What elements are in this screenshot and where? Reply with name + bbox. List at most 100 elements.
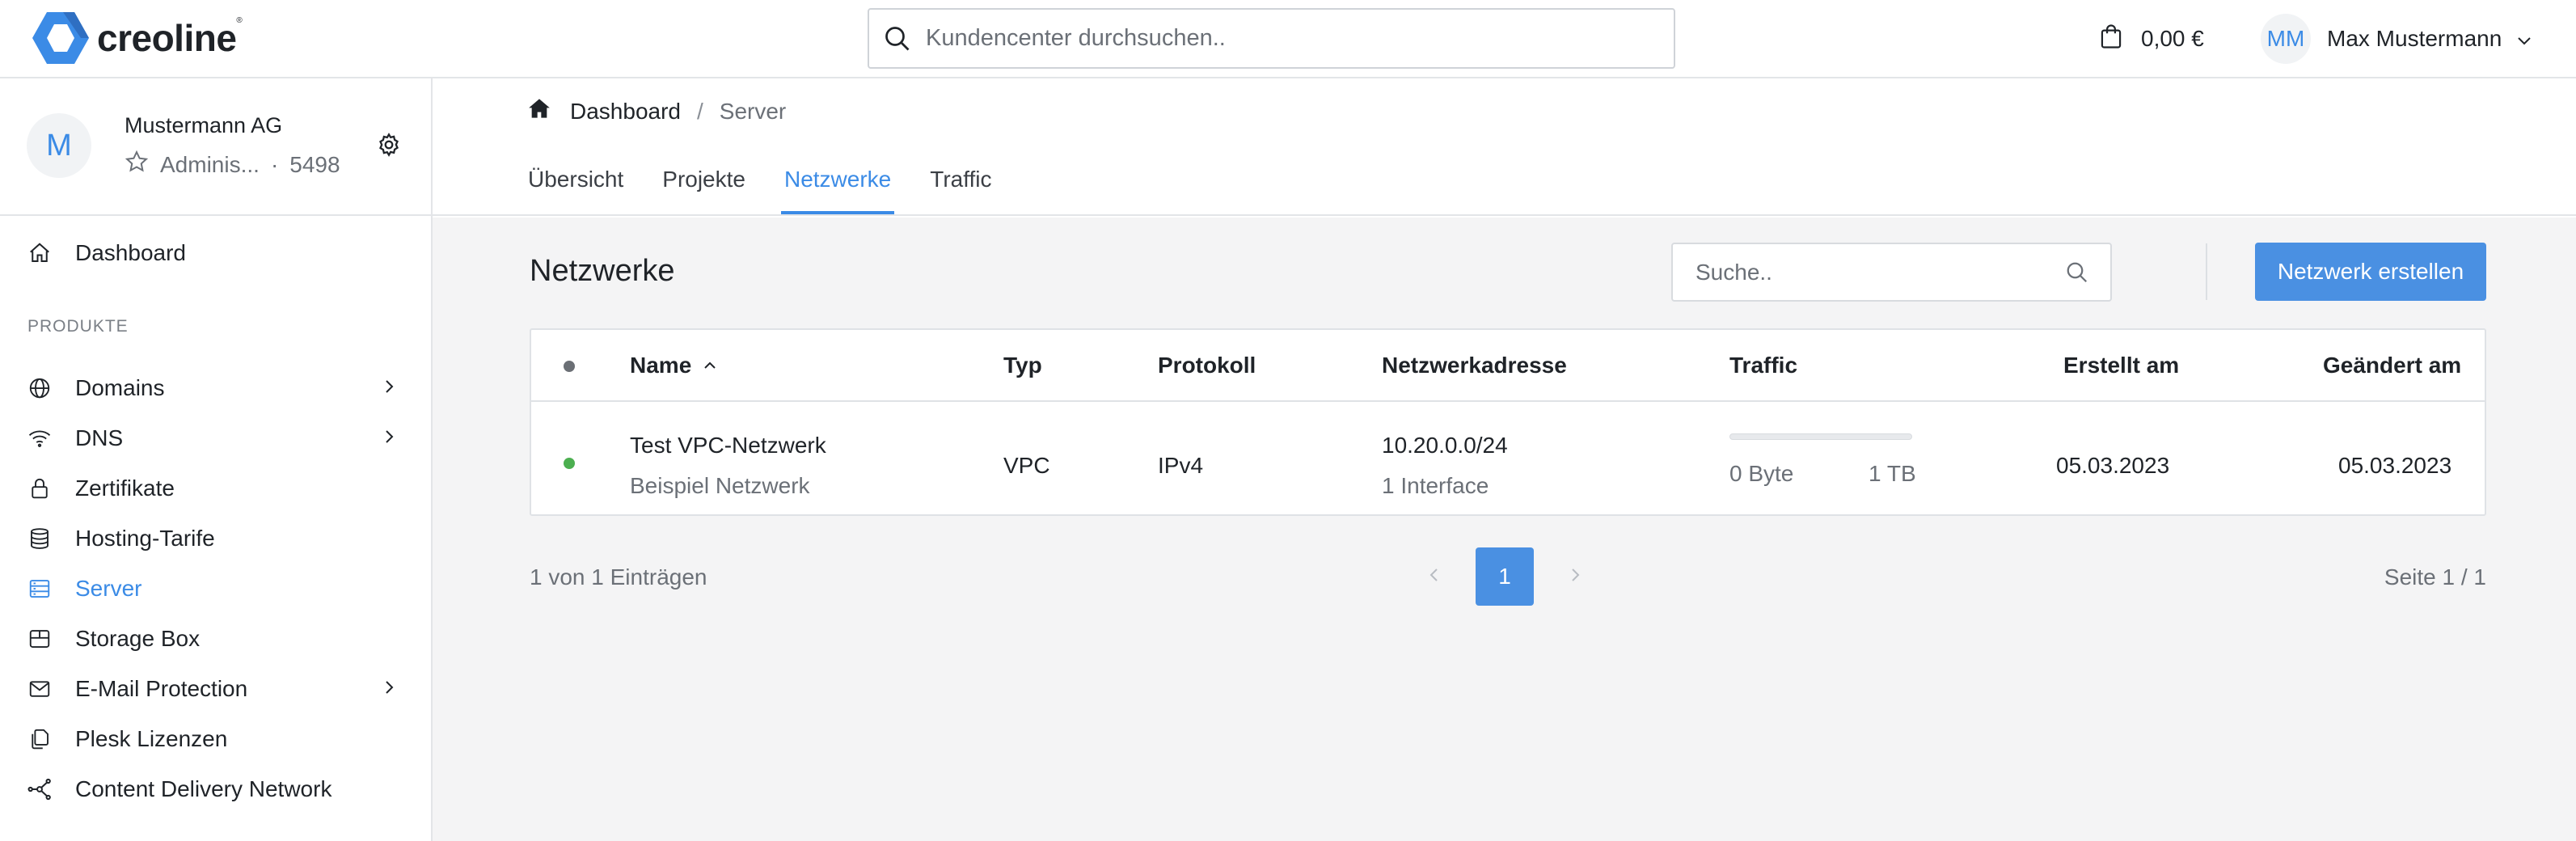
network-search-input[interactable] bbox=[1696, 259, 2051, 285]
tab-netzwerke[interactable]: Netzwerke bbox=[780, 163, 895, 214]
traffic-progress-bar bbox=[1729, 433, 1912, 440]
traffic-limit: 1 TB bbox=[1869, 461, 1916, 486]
sidebar-item-server[interactable]: Server bbox=[0, 566, 431, 611]
network-icon bbox=[26, 775, 53, 803]
global-search-input[interactable] bbox=[926, 25, 1653, 52]
globe-icon bbox=[26, 374, 53, 402]
meta-separator: · bbox=[270, 151, 279, 177]
network-changed-date: 05.03.2023 bbox=[2338, 453, 2452, 478]
column-header-name[interactable]: Name bbox=[630, 353, 717, 378]
toolbar-divider bbox=[2206, 243, 2207, 300]
tab-projekte[interactable]: Projekte bbox=[662, 163, 745, 214]
column-header-created[interactable]: Erstellt am bbox=[2063, 353, 2179, 378]
search-icon bbox=[869, 24, 926, 53]
star-icon[interactable] bbox=[125, 150, 149, 180]
sidebar: M Mustermann AG Adminis... · 5498 Dashbo… bbox=[0, 78, 433, 841]
breadcrumb-separator: / bbox=[696, 98, 703, 124]
sidebar-item-label: Zertifikate bbox=[75, 475, 175, 501]
sidebar-section-label: PRODUKTE bbox=[27, 317, 129, 336]
sidebar-item-dns[interactable]: DNS bbox=[0, 416, 431, 461]
sidebar-item-zertifikate[interactable]: Zertifikate bbox=[0, 466, 431, 511]
home-icon bbox=[26, 239, 53, 267]
account-role: Adminis... bbox=[160, 151, 260, 177]
network-name[interactable]: Test VPC-Netzwerk bbox=[630, 433, 826, 459]
sidebar-item-label: Content Delivery Network bbox=[75, 776, 332, 801]
search-icon bbox=[2065, 260, 2089, 289]
column-header-protocol[interactable]: Protokoll bbox=[1158, 353, 1256, 378]
network-interfaces: 1 Interface bbox=[1382, 473, 1489, 498]
create-network-button[interactable]: Netzwerk erstellen bbox=[2255, 243, 2486, 301]
column-header-address[interactable]: Netzwerkadresse bbox=[1382, 353, 1567, 378]
logo-mark-icon bbox=[32, 12, 89, 64]
chevron-right-icon bbox=[383, 425, 395, 451]
lock-icon bbox=[26, 475, 53, 502]
sidebar-item-label: E-Mail Protection bbox=[75, 676, 248, 701]
pagination: 1 bbox=[1429, 547, 1581, 606]
sidebar-item-label: Hosting-Tarife bbox=[75, 526, 215, 551]
box-icon bbox=[26, 625, 53, 653]
chevron-left-icon[interactable] bbox=[1429, 566, 1440, 588]
sidebar-item-label: Dashboard bbox=[75, 240, 186, 265]
traffic-used: 0 Byte bbox=[1729, 461, 1794, 486]
customer-id: 5498 bbox=[289, 151, 340, 177]
chevron-right-icon[interactable] bbox=[1569, 566, 1581, 588]
network-type: VPC bbox=[1003, 453, 1050, 478]
sidebar-item-email-protection[interactable]: E-Mail Protection bbox=[0, 666, 431, 712]
cart-button[interactable]: 0,00 € bbox=[2099, 18, 2204, 60]
sidebar-item-storage-box[interactable]: Storage Box bbox=[0, 616, 431, 661]
brand-logo[interactable]: creoline® bbox=[31, 10, 243, 66]
gear-icon[interactable] bbox=[376, 132, 402, 162]
tab-uebersicht[interactable]: Übersicht bbox=[528, 163, 623, 214]
sidebar-item-label: DNS bbox=[75, 425, 124, 450]
chevron-right-icon bbox=[383, 676, 395, 702]
chevron-down-icon bbox=[2516, 26, 2532, 52]
breadcrumb: Dashboard / Server bbox=[528, 98, 786, 125]
account-avatar: M bbox=[27, 113, 91, 178]
database-icon bbox=[26, 525, 53, 552]
sidebar-item-plesk-lizenzen[interactable]: Plesk Lizenzen bbox=[0, 716, 431, 762]
sidebar-item-dashboard[interactable]: Dashboard bbox=[0, 230, 431, 276]
status-column-dot bbox=[564, 361, 575, 372]
entries-count: 1 von 1 Einträgen bbox=[530, 564, 707, 590]
tab-traffic[interactable]: Traffic bbox=[930, 163, 991, 214]
network-protocol: IPv4 bbox=[1158, 453, 1204, 478]
sort-ascending-icon bbox=[704, 361, 716, 369]
chevron-right-icon bbox=[383, 375, 395, 401]
user-menu[interactable]: MM Max Mustermann bbox=[2261, 12, 2532, 66]
mail-icon bbox=[26, 675, 53, 703]
column-header-type[interactable]: Typ bbox=[1003, 353, 1042, 378]
page-button-current[interactable]: 1 bbox=[1476, 547, 1534, 606]
network-address: 10.20.0.0/24 bbox=[1382, 433, 1508, 458]
networks-table: Name Typ Protokoll Netzwerkadresse Traff… bbox=[530, 328, 2486, 516]
global-search[interactable] bbox=[868, 8, 1675, 69]
network-description: Beispiel Netzwerk bbox=[630, 473, 810, 498]
account-meta: Adminis... · 5498 bbox=[125, 150, 340, 180]
page-indicator: Seite 1 / 1 bbox=[2384, 564, 2486, 590]
license-icon bbox=[26, 725, 53, 753]
page-title: Netzwerke bbox=[530, 254, 675, 288]
network-search[interactable] bbox=[1671, 243, 2112, 302]
shopping-bag-icon bbox=[2099, 23, 2123, 55]
sidebar-item-domains[interactable]: Domains bbox=[0, 366, 431, 411]
cart-amount: 0,00 € bbox=[2141, 26, 2204, 51]
status-indicator bbox=[564, 458, 575, 469]
tab-bar: Übersicht Projekte Netzwerke Traffic bbox=[528, 163, 1030, 214]
account-name: Mustermann AG bbox=[125, 113, 283, 137]
breadcrumb-home-link[interactable]: Dashboard bbox=[570, 99, 681, 125]
user-avatar: MM bbox=[2261, 14, 2311, 64]
server-icon bbox=[26, 575, 53, 602]
table-header: Name Typ Protokoll Netzwerkadresse Traff… bbox=[531, 330, 2485, 402]
column-header-traffic[interactable]: Traffic bbox=[1729, 353, 1797, 378]
column-header-changed[interactable]: Geändert am bbox=[2323, 353, 2461, 378]
sidebar-item-hosting-tarife[interactable]: Hosting-Tarife bbox=[0, 516, 431, 561]
home-icon[interactable] bbox=[528, 98, 551, 125]
sidebar-item-label: Server bbox=[75, 576, 142, 601]
network-created-date: 05.03.2023 bbox=[2056, 453, 2170, 478]
sidebar-item-cdn[interactable]: Content Delivery Network bbox=[0, 767, 431, 812]
brand-name: creoline® bbox=[97, 16, 243, 59]
sidebar-item-label: Plesk Lizenzen bbox=[75, 726, 228, 751]
main-header: Dashboard / Server Übersicht Projekte Ne… bbox=[433, 78, 2576, 216]
top-bar: creoline® 0,00 € MM Max Mustermann bbox=[0, 0, 2576, 78]
wifi-icon bbox=[26, 425, 53, 452]
breadcrumb-current: Server bbox=[719, 98, 787, 124]
